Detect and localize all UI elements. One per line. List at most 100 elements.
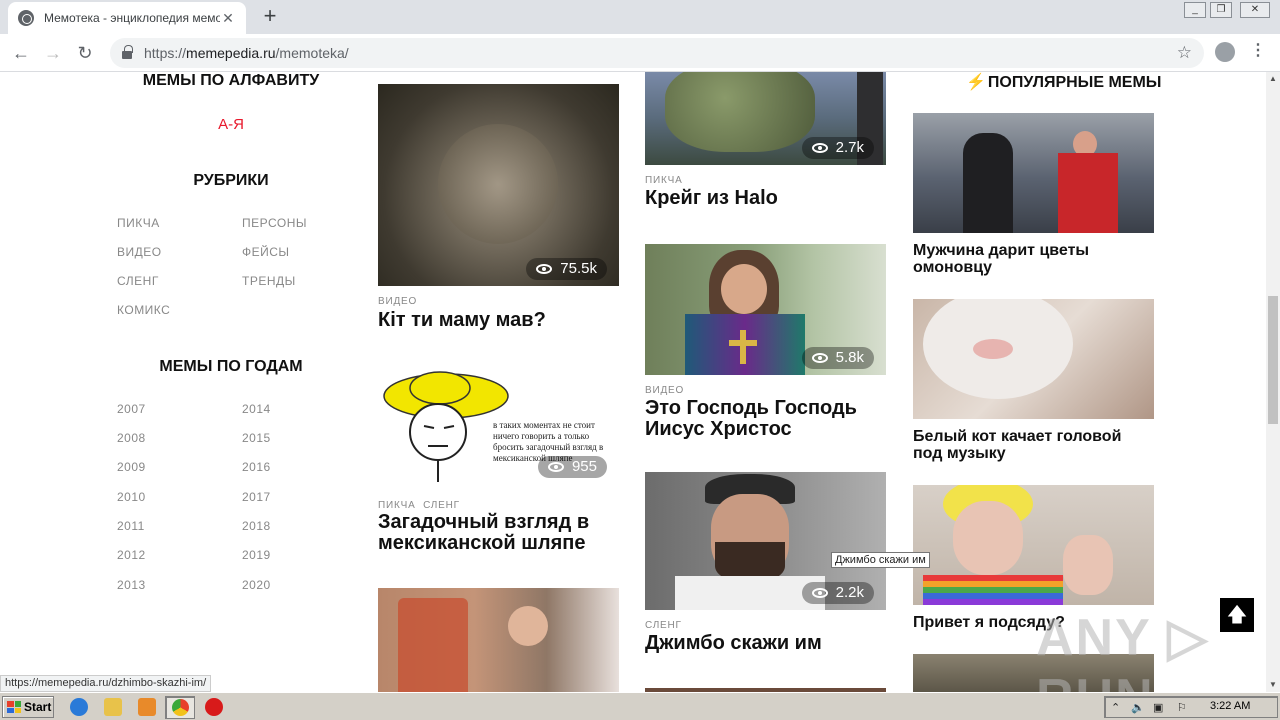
year-link[interactable]: 2020: [242, 578, 271, 592]
rubric-link-video[interactable]: ВИДЕО: [117, 245, 162, 259]
chrome-taskbar-button[interactable]: [165, 696, 195, 719]
status-bar-url: https://memepedia.ru/dzhimbo-skazhi-im/: [0, 675, 212, 692]
year-link[interactable]: 2015: [242, 431, 271, 445]
rubric-link-feisy[interactable]: ФЕЙСЫ: [242, 245, 290, 259]
card-title[interactable]: Джимбо скажи им: [645, 633, 886, 654]
lightning-icon: ⚡: [966, 74, 986, 91]
meme-thumbnail[interactable]: в таких моментах не стоит ничего говорит…: [378, 364, 619, 486]
globe-icon: [18, 10, 34, 26]
back-arrow-icon[interactable]: ←: [8, 40, 34, 66]
card-title[interactable]: Загадочный взгляд в мексиканской шляпе: [378, 512, 619, 554]
year-link[interactable]: 2017: [242, 490, 271, 504]
year-link[interactable]: 2007: [117, 402, 146, 416]
popular-title[interactable]: Мужчина дарит цветы омоновцу: [913, 242, 1153, 276]
meme-thumbnail[interactable]: [378, 588, 619, 692]
restore-button[interactable]: ❐: [1210, 2, 1232, 18]
card-category[interactable]: ВИДЕО: [645, 385, 684, 396]
scroll-down-icon[interactable]: ▼: [1266, 678, 1280, 692]
chrome-icon: [172, 699, 189, 716]
lock-icon: [122, 45, 133, 59]
close-window-button[interactable]: ✕: [1240, 2, 1270, 18]
address-bar[interactable]: https://memepedia.ru/memoteka/ ☆: [110, 38, 1204, 68]
year-link[interactable]: 2018: [242, 519, 271, 533]
clock: 3:22 AM: [1210, 700, 1251, 712]
years-heading: МЕМЫ ПО ГОДАМ: [159, 358, 303, 375]
page-viewport: МЕМЫ ПО АЛФАВИТУ А-Я РУБРИКИ ПИКЧА ПЕРСО…: [0, 72, 1266, 692]
new-tab-button[interactable]: +: [258, 4, 282, 28]
browser-menu-icon[interactable]: ⋮: [1250, 40, 1266, 60]
year-link[interactable]: 2014: [242, 402, 271, 416]
views-counter: 955: [537, 456, 607, 478]
browser-toolbar: ← → ↻ https://memepedia.ru/memoteka/ ☆: [0, 34, 1280, 72]
tray-arrow-icon[interactable]: ⌃: [1111, 701, 1120, 714]
network-icon[interactable]: ▣: [1153, 701, 1163, 714]
card-title[interactable]: Кіт ти маму мав?: [378, 310, 619, 331]
card-title[interactable]: Крейг из Halo: [645, 188, 886, 209]
eye-icon: [811, 588, 828, 598]
volume-icon[interactable]: 🔈: [1131, 701, 1145, 714]
views-counter: 2.2k: [801, 582, 874, 604]
popular-thumbnail[interactable]: [913, 113, 1154, 233]
profile-avatar-icon[interactable]: [1215, 42, 1235, 62]
year-link[interactable]: 2010: [117, 490, 146, 504]
views-counter: 5.8k: [801, 347, 874, 369]
year-link[interactable]: 2011: [117, 519, 145, 533]
tab-title: Мемотека - энциклопедия мемов: [44, 11, 220, 25]
card-category[interactable]: СЛЕНГ: [645, 620, 682, 631]
meme-thumbnail[interactable]: 2.7k: [645, 72, 886, 165]
opera-icon[interactable]: [205, 698, 223, 716]
alphabet-heading: МЕМЫ ПО АЛФАВИТУ: [142, 72, 320, 89]
tab-memoteka[interactable]: Мемотека - энциклопедия мемов ✕: [8, 2, 246, 34]
popular-heading: ⚡ ПОПУЛЯРНЫЕ МЕМЫ: [966, 74, 1162, 91]
views-counter: 2.7k: [801, 137, 874, 159]
rubrics-heading: РУБРИКИ: [193, 172, 269, 189]
card-category[interactable]: ПИКЧА СЛЕНГ: [378, 500, 460, 511]
page-scrollbar[interactable]: ▲ ▼: [1266, 72, 1280, 692]
reload-icon[interactable]: ↻: [72, 40, 98, 66]
system-tray: ⌃ 🔈 ▣ ⚐: [1104, 696, 1278, 718]
rubric-link-pikcha[interactable]: ПИКЧА: [117, 216, 160, 230]
meme-thumbnail[interactable]: 2.2k: [645, 472, 886, 610]
popular-thumbnail[interactable]: [913, 485, 1154, 605]
card-category[interactable]: ПИКЧА: [645, 175, 683, 186]
rubric-link-persony[interactable]: ПЕРСОНЫ: [242, 216, 307, 230]
forward-arrow-icon[interactable]: →: [40, 40, 66, 66]
card-title[interactable]: Это Господь Господь Иисус Христос: [645, 398, 886, 440]
scroll-up-icon[interactable]: ▲: [1266, 72, 1280, 86]
tooltip: Джимбо скажи им: [831, 552, 930, 568]
rubric-link-sleng[interactable]: СЛЕНГ: [117, 274, 159, 288]
meme-thumbnail[interactable]: 75.5k: [378, 84, 619, 286]
year-link[interactable]: 2016: [242, 460, 271, 474]
popular-title[interactable]: Белый кот качает головой под музыку: [913, 428, 1153, 462]
card-category[interactable]: ВИДЕО: [378, 296, 417, 307]
media-player-icon[interactable]: [138, 698, 156, 716]
taskbar: Start ⌃ 🔈 ▣ ⚐ 3:22 AM: [0, 692, 1280, 720]
year-link[interactable]: 2009: [117, 460, 146, 474]
eye-icon: [811, 143, 828, 153]
meme-thumbnail[interactable]: 5.8k: [645, 244, 886, 375]
eye-icon: [536, 264, 553, 274]
scroll-to-top-button[interactable]: 🡅: [1220, 598, 1254, 632]
flag-icon[interactable]: ⚐: [1177, 701, 1187, 714]
start-button[interactable]: Start: [2, 696, 54, 718]
year-link[interactable]: 2019: [242, 548, 271, 562]
ie-icon[interactable]: [70, 698, 88, 716]
eye-icon: [547, 462, 564, 472]
eye-icon: [811, 353, 828, 363]
tab-bar: Мемотека - энциклопедия мемов ✕ + _ ❐ ✕: [0, 0, 1280, 34]
year-link[interactable]: 2012: [117, 548, 146, 562]
rubric-link-trendy[interactable]: ТРЕНДЫ: [242, 274, 296, 288]
scrollbar-thumb[interactable]: [1268, 296, 1278, 424]
views-counter: 75.5k: [526, 258, 607, 280]
windows-logo-icon: [7, 701, 21, 713]
year-link[interactable]: 2008: [117, 431, 146, 445]
tab-close-icon[interactable]: ✕: [220, 10, 236, 27]
rubric-link-komiks[interactable]: КОМИКС: [117, 303, 170, 317]
year-link[interactable]: 2013: [117, 578, 146, 592]
minimize-button[interactable]: _: [1184, 2, 1206, 18]
bookmark-star-icon[interactable]: ☆: [1177, 43, 1192, 63]
folder-icon[interactable]: [104, 698, 122, 716]
url-text: https://memepedia.ru/memoteka/: [144, 45, 349, 61]
alphabet-link[interactable]: А-Я: [116, 116, 346, 133]
popular-thumbnail[interactable]: [913, 299, 1154, 419]
